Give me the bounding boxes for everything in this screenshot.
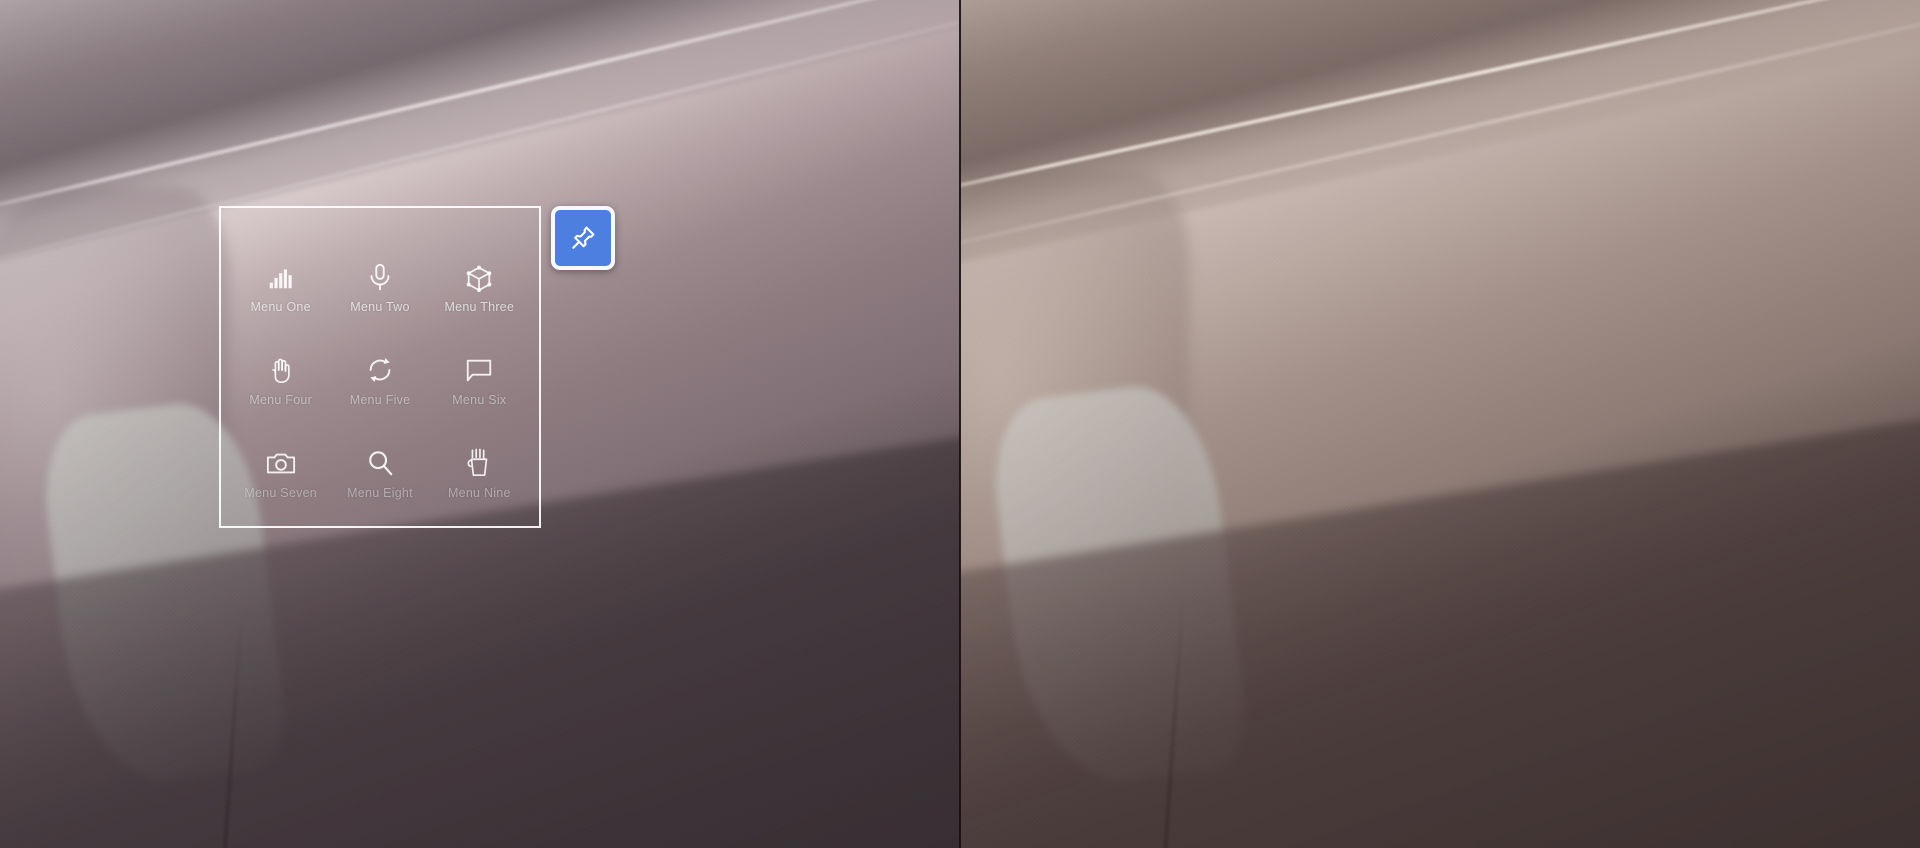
menu-item-label: Menu Two <box>350 300 410 315</box>
holographic-menu-panel-outline[interactable]: Menu One Menu Two Menu Three Menu Four M… <box>219 206 541 528</box>
hand-gesture-icon <box>464 448 494 478</box>
menu-item-four[interactable]: Menu Four <box>231 335 330 428</box>
menu-grid-outline: Menu One Menu Two Menu Three Menu Four M… <box>221 208 539 526</box>
bar-chart-icon <box>266 262 296 292</box>
photo-right-filled-state: Menu One Menu Two <box>960 0 1920 848</box>
pin-button-outline-panel[interactable] <box>551 206 615 270</box>
magnifier-search-icon <box>365 448 395 478</box>
speech-bubble-icon <box>464 355 494 385</box>
camera-icon <box>266 448 296 478</box>
menu-item-label: Menu Four <box>249 392 313 407</box>
hand-palm-icon <box>266 355 296 385</box>
image-divider <box>959 0 961 848</box>
menu-item-six[interactable]: Menu Six <box>430 335 529 428</box>
menu-item-one[interactable]: Menu One <box>231 242 330 335</box>
menu-item-label: Menu Seven <box>244 485 317 500</box>
menu-item-three[interactable]: Menu Three <box>430 242 529 335</box>
menu-item-label: Menu Six <box>452 392 507 407</box>
cube-3d-icon <box>464 262 494 293</box>
menu-item-seven[interactable]: Menu Seven <box>231 427 330 520</box>
menu-item-label: Menu Five <box>349 392 411 407</box>
menu-item-nine[interactable]: Menu Nine <box>430 427 529 520</box>
menu-item-eight[interactable]: Menu Eight <box>330 427 429 520</box>
menu-item-label: Menu Eight <box>347 485 413 500</box>
microphone-icon <box>365 262 395 292</box>
photo-left-outline-state: Menu One Menu Two Menu Three Menu Four M… <box>0 0 960 848</box>
menu-item-two[interactable]: Menu Two <box>330 242 429 335</box>
menu-item-label: Menu Three <box>444 300 515 315</box>
menu-item-label: Menu One <box>250 300 311 315</box>
screenshot-stage: Menu One Menu Two Menu Three Menu Four M… <box>0 0 1920 848</box>
pushpin-icon <box>572 226 595 249</box>
menu-item-label: Menu Nine <box>447 485 511 500</box>
refresh-sync-icon <box>365 355 395 385</box>
menu-item-five[interactable]: Menu Five <box>330 335 429 428</box>
